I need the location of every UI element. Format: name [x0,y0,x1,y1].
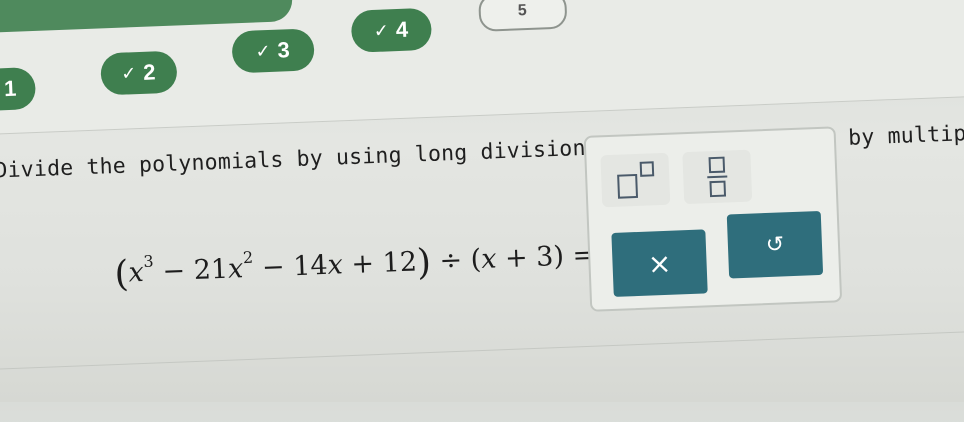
term-x: x [127,256,145,289]
progress-item-2[interactable]: ✓ 2 [100,50,178,96]
term-coef: − 14 [252,249,329,284]
clear-button[interactable]: × [611,229,708,297]
term-x: x [227,253,244,285]
math-tool-panel: × ↺ [583,126,843,312]
progress-item-4-label: 4 [395,16,410,43]
divider [0,329,964,371]
progress-item-2-label: 2 [142,59,157,85]
exponent: 3 [143,251,154,271]
close-paren: ) [416,241,432,284]
progress-item-4[interactable]: ✓ 4 [350,7,433,53]
progress-item-1-label: 1 [3,75,18,102]
stage: 1 ✓ 2 ✓ 3 ✓ 4 5 Divide the polynomials b… [0,0,964,420]
term-const: + 12 [342,246,418,281]
check-icon: ✓ [255,40,272,62]
undo-icon: ↺ [765,231,785,258]
superscript-button[interactable] [600,152,671,208]
superscript-icon [616,161,654,199]
check-icon: ✓ [373,19,391,41]
close-icon: × [647,246,672,281]
term-coef: − 21 [153,253,229,288]
exponent: 2 [242,247,254,268]
fraction-icon [707,156,729,198]
divide-sign: ÷ ( [430,244,482,277]
check-icon: ✓ [120,62,138,84]
divisor-x: x [480,243,498,275]
progress-item-5-current[interactable]: 5 [478,0,568,32]
progress-item-5-label: 5 [517,2,529,20]
progress-item-3-label: 3 [277,37,292,63]
term-x: x [327,249,344,281]
progress-item-3[interactable]: ✓ 3 [231,28,315,74]
fraction-button[interactable] [682,149,753,205]
undo-button[interactable]: ↺ [726,210,824,279]
division-expression: (x3 − 21x2 − 14x + 12) ÷ (x + 3) = [114,233,643,295]
